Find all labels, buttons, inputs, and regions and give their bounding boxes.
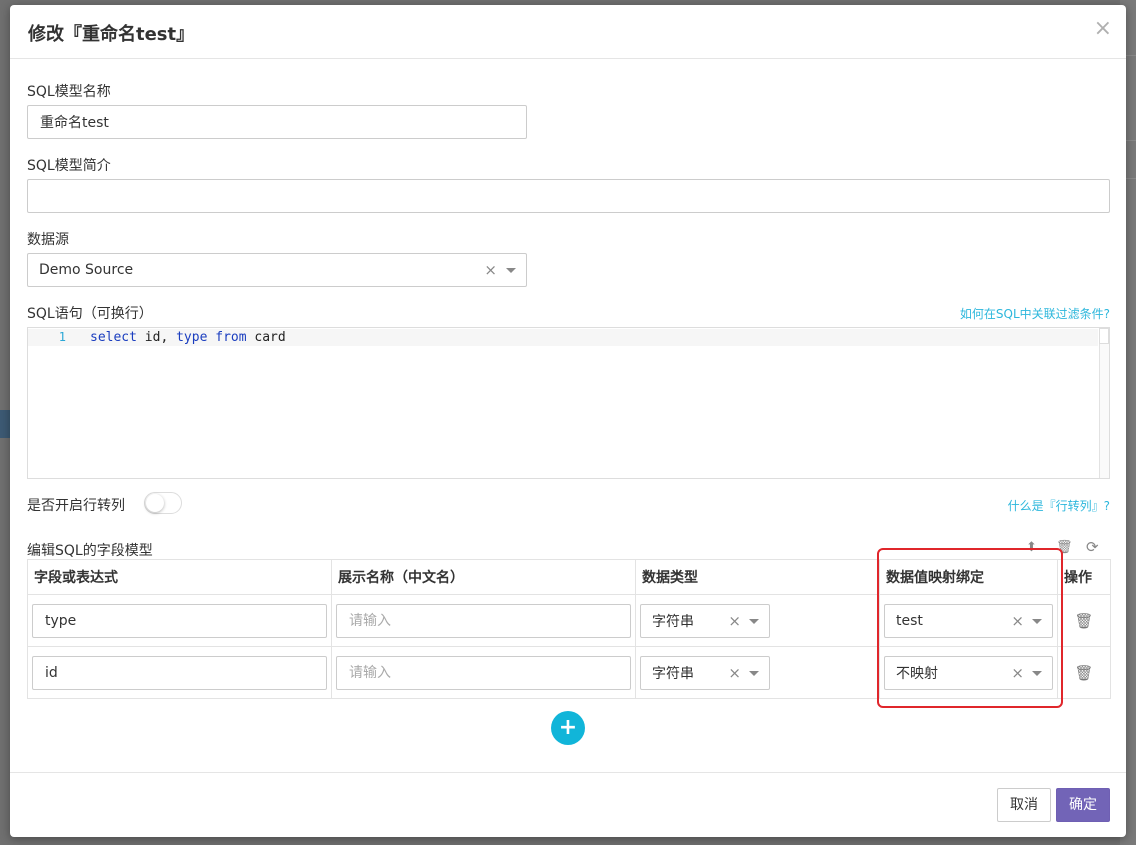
add-field-button[interactable]: + [551,711,585,745]
action-cell: 🗑 [1057,646,1111,699]
chevron-down-icon[interactable] [506,268,516,273]
line-number: 1 [58,330,66,344]
data-type-select[interactable]: 字符串 × [640,603,770,638]
close-icon[interactable]: × [1094,17,1112,41]
display-name-cell [331,594,636,647]
editor-scroll-thumb[interactable] [1099,328,1109,344]
table-row: 字符串 × 不映射 × 🗑 [27,646,1111,699]
sql-text: card [246,330,286,345]
dialog-title: 修改『重命名test』 [28,24,195,45]
column-header: 字段或表达式 [27,559,332,595]
dialog-body: SQL模型名称 SQL模型简介 数据源 Demo Source × SQL语句（… [10,60,1126,772]
mapping-cell: test × [879,594,1058,647]
display-name-input[interactable] [336,655,631,690]
sql-keyword: select [90,330,137,345]
sql-code-editor[interactable]: 1 select id, type from card [27,327,1110,479]
table-header-row: 字段或表达式 展示名称（中文名） 数据类型 数据值映射绑定 操作 [27,559,1111,595]
cancel-button[interactable]: 取消 [997,788,1051,822]
data-type-cell: 字符串 × [635,646,880,699]
chevron-down-icon[interactable] [1032,670,1042,676]
clear-icon[interactable]: × [728,664,741,682]
sql-keyword: from [215,330,247,345]
chevron-down-icon[interactable] [749,670,759,676]
model-desc-input[interactable] [27,179,1110,213]
data-type-value: 字符串 [652,613,694,630]
display-name-cell [331,646,636,699]
editor-scrollbar[interactable] [1099,328,1109,478]
data-type-select[interactable]: 字符串 × [640,655,770,690]
dialog-footer: 取消 确定 [10,772,1126,837]
pivot-help-link[interactable]: 什么是『行转列』? [1008,497,1110,514]
refresh-icon[interactable]: ⟳ [1086,538,1099,556]
model-name-label: SQL模型名称 [27,84,111,100]
confirm-button[interactable]: 确定 [1056,788,1110,822]
field-model-table: 字段或表达式 展示名称（中文名） 数据类型 数据值映射绑定 操作 type 请输… [27,559,1111,699]
editor-gutter: 1 [28,328,74,478]
data-type-cell: 字符串 × [635,594,880,647]
data-type-value: 字符串 [652,665,694,682]
mapping-value: 不映射 [896,665,938,682]
mapping-cell: 不映射 × [879,646,1058,699]
clear-icon[interactable]: × [1011,664,1024,682]
column-header: 数据类型 [635,559,880,595]
datasource-label: 数据源 [27,232,69,248]
expr-input[interactable] [32,603,327,638]
mapping-select[interactable]: test × [884,603,1053,638]
dialog-header: 修改『重命名test』 × [10,5,1126,59]
mapping-select[interactable]: 不映射 × [884,655,1053,690]
table-row: 字符串 × test × 🗑 [27,594,1111,647]
trash-icon[interactable]: 🗑 [1062,612,1106,630]
pivot-toggle[interactable] [144,492,182,514]
toggle-knob [146,494,164,512]
sql-keyword: type [176,330,208,345]
trash-icon[interactable]: 🗑 [1056,540,1073,555]
sql-code-line[interactable]: select id, type from card [90,330,286,345]
expr-cell [27,646,332,699]
sort-icon[interactable]: ⬍ [1026,540,1037,555]
edit-sql-model-dialog: 修改『重命名test』 × SQL模型名称 SQL模型简介 数据源 Demo S… [10,5,1126,837]
column-header: 数据值映射绑定 [879,559,1058,595]
datasource-value: Demo Source [39,262,134,278]
model-name-input[interactable] [27,105,527,139]
mapping-value: test [896,612,923,629]
sql-help-link[interactable]: 如何在SQL中关联过滤条件? [960,305,1110,322]
datasource-select[interactable]: Demo Source × [27,253,527,287]
clear-icon[interactable]: × [728,612,741,630]
chevron-down-icon[interactable] [1032,618,1042,624]
clear-icon[interactable]: × [484,261,497,279]
chevron-down-icon[interactable] [749,618,759,624]
column-header: 展示名称（中文名） [331,559,636,595]
expr-cell [27,594,332,647]
sql-text: id, [136,330,177,345]
action-cell: 🗑 [1057,594,1111,647]
clear-icon[interactable]: × [1011,612,1024,630]
sql-label: SQL语句（可换行） [27,306,153,322]
trash-icon[interactable]: 🗑 [1062,664,1106,682]
model-desc-label: SQL模型简介 [27,158,111,174]
pivot-label: 是否开启行转列 [27,498,125,514]
column-header: 操作 [1057,559,1111,595]
expr-input[interactable] [32,655,327,690]
display-name-input[interactable] [336,603,631,638]
fields-section-title: 编辑SQL的字段模型 [27,543,153,559]
